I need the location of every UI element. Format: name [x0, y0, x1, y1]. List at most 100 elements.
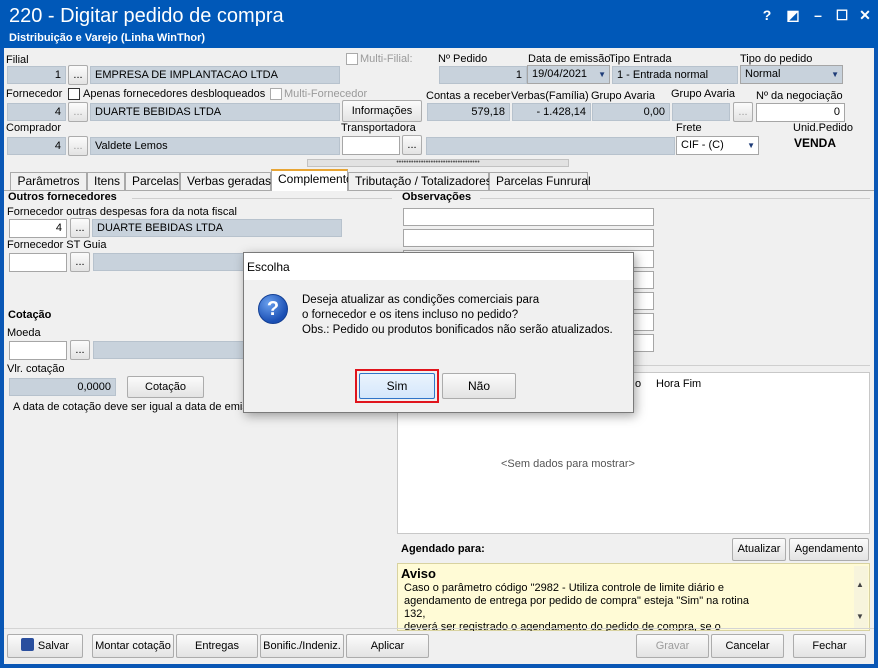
comprador-lookup-button[interactable]: ...	[68, 136, 88, 156]
chevron-down-icon[interactable]: ▼	[747, 137, 755, 154]
st-guia-label: Fornecedor ST Guia	[7, 239, 107, 251]
contas-receber-label: Contas a receber	[426, 90, 511, 102]
aviso-line: deverá ser registrado o agendamento do p…	[404, 621, 721, 631]
observacao-line-1[interactable]	[403, 208, 654, 226]
tab-parcelas-funrural[interactable]: Parcelas Funrural	[489, 172, 591, 190]
footer-divider	[4, 628, 874, 629]
st-guia-lookup-button[interactable]: ...	[70, 252, 90, 272]
contas-receber-field: 579,18	[427, 103, 510, 121]
st-guia-code-input[interactable]	[9, 253, 67, 272]
unid-pedido-label: Unid.Pedido	[793, 122, 853, 134]
help-icon[interactable]: ?	[757, 6, 777, 24]
window-subtitle: Distribuição e Varejo (Linha WinThor)	[9, 32, 206, 44]
grupo-avaria-label: Grupo Avaria	[591, 90, 656, 102]
emissao-label: Data de emissão	[528, 53, 611, 65]
frete-value: CIF - (C)	[681, 139, 724, 151]
vlr-cotacao-label: Vlr. cotação	[7, 363, 65, 375]
unid-pedido-value: VENDA	[794, 136, 837, 150]
nao-button[interactable]: Não	[442, 373, 516, 399]
cancelar-button[interactable]: Cancelar	[711, 634, 784, 658]
dialog-title: Escolha	[247, 260, 290, 274]
entregas-button[interactable]: Entregas	[176, 634, 258, 658]
agendado-para-label: Agendado para:	[401, 543, 485, 555]
aviso-panel: Aviso Caso o parâmetro código "2982 - Ut…	[397, 563, 870, 631]
negociacao-input[interactable]: 0	[756, 103, 845, 122]
agendamento-button[interactable]: Agendamento	[789, 538, 869, 561]
divider	[132, 198, 392, 199]
aviso-scrollbar[interactable]: ▲ ▼	[854, 566, 868, 628]
cotacao-button[interactable]: Cotação	[127, 376, 204, 398]
salvar-label: Salvar	[37, 640, 70, 652]
observacao-line-2[interactable]	[403, 229, 654, 247]
chevron-down-icon[interactable]: ▼	[831, 66, 839, 83]
filial-code-field[interactable]: 1	[7, 66, 66, 84]
transportadora-label: Transportadora	[341, 122, 416, 134]
transportadora-code-input[interactable]	[342, 136, 400, 155]
fornecedor-lookup-button[interactable]: ...	[68, 102, 88, 122]
apenas-desbloqueados-checkbox[interactable]	[68, 88, 80, 100]
vlr-cotacao-field: 0,0000	[9, 378, 116, 396]
scroll-up-icon[interactable]: ▲	[856, 580, 864, 589]
tab-parametros[interactable]: Parâmetros	[10, 172, 87, 190]
multi-fornecedor-checkbox[interactable]	[270, 88, 282, 100]
grid-column-hora-fim[interactable]: Hora Fim	[656, 378, 701, 390]
frete-select[interactable]: CIF - (C) ▼	[676, 136, 759, 155]
tab-verbas-geradas[interactable]: Verbas geradas	[180, 172, 271, 190]
tab-parcelas[interactable]: Parcelas	[125, 172, 180, 190]
comprador-code-field[interactable]: 4	[7, 137, 66, 155]
grupo-avaria-field: 0,00	[592, 103, 670, 121]
dialog-message-line2: o fornecedor e os itens incluso no pedid…	[302, 309, 519, 321]
despesas-label: Fornecedor outras despesas fora da nota …	[7, 206, 237, 218]
aviso-line: agendamento de entrega por pedido de com…	[404, 595, 749, 607]
salvar-button[interactable]: Salvar	[7, 634, 83, 658]
moeda-code-input[interactable]	[9, 341, 67, 360]
maximize-icon[interactable]: ☐	[832, 6, 852, 24]
fornecedor-name-field: DUARTE BEBIDAS LTDA	[90, 103, 340, 121]
grupo-avaria-lookup-button[interactable]: ...	[733, 102, 753, 122]
multi-filial-label: Multi-Filial:	[360, 53, 413, 65]
aviso-line: Caso o parâmetro código "2982 - Utiliza …	[404, 582, 725, 594]
comprador-name-field: Valdete Lemos	[90, 137, 340, 155]
aviso-line: 132,	[404, 608, 426, 620]
cotacao-title: Cotação	[8, 309, 52, 321]
verbas-field: - 1.428,14	[512, 103, 591, 121]
emissao-date-picker[interactable]: 19/04/2021 ▼	[527, 65, 610, 84]
informacoes-button[interactable]: Informações	[342, 100, 422, 122]
gravar-button[interactable]: Gravar	[636, 634, 709, 658]
despesas-lookup-button[interactable]: ...	[70, 218, 90, 238]
fornecedor-label: Fornecedor	[6, 88, 63, 100]
multi-fornecedor-label: Multi-Fornecedor	[284, 88, 368, 100]
cotacao-note: A data de cotação deve ser igual a data …	[13, 401, 266, 413]
scroll-down-icon[interactable]: ▼	[856, 612, 864, 621]
comprador-label: Comprador	[6, 122, 62, 134]
chevron-down-icon[interactable]: ▼	[598, 66, 606, 83]
transportadora-lookup-button[interactable]: ...	[402, 135, 422, 155]
save-icon	[20, 638, 34, 651]
fechar-button[interactable]: Fechar	[793, 634, 866, 658]
minimize-icon[interactable]: –	[808, 6, 828, 24]
tab-itens[interactable]: Itens	[87, 172, 125, 190]
grid-column-header[interactable]: o	[635, 378, 641, 390]
tab-complemento[interactable]: Complemento	[271, 169, 353, 191]
moeda-lookup-button[interactable]: ...	[70, 340, 90, 360]
dialog-message-line3: Obs.: Pedido ou produtos bonificados não…	[302, 324, 613, 336]
montar-cotacao-button[interactable]: Montar cotação	[92, 634, 174, 658]
tipo-entrada-label: Tipo Entrada	[609, 53, 672, 65]
sim-button[interactable]: Sim	[359, 373, 435, 399]
theme-icon[interactable]: ◩	[783, 6, 803, 24]
atualizar-button[interactable]: Atualizar	[732, 538, 786, 561]
fornecedor-code-field[interactable]: 4	[7, 103, 66, 121]
panel-splitter[interactable]: ••••••••••••••••••••••••••••••••••	[307, 159, 569, 167]
multi-filial-checkbox[interactable]	[346, 53, 358, 65]
filial-lookup-button[interactable]: ...	[68, 65, 88, 85]
aplicar-button[interactable]: Aplicar	[346, 634, 429, 658]
tipo-pedido-select[interactable]: Normal ▼	[740, 65, 843, 84]
transportadora-name-field	[426, 137, 675, 155]
despesas-code-input[interactable]: 4	[9, 219, 67, 238]
filial-label: Filial	[6, 54, 29, 66]
close-icon[interactable]: ✕	[855, 6, 875, 24]
grid-empty-text: <Sem dados para mostrar>	[501, 458, 635, 470]
bonific-indeniz-button[interactable]: Bonific./Indeniz.	[260, 634, 344, 658]
question-icon: ?	[258, 294, 288, 324]
tab-tributacao[interactable]: Tributação / Totalizadores	[348, 172, 492, 190]
